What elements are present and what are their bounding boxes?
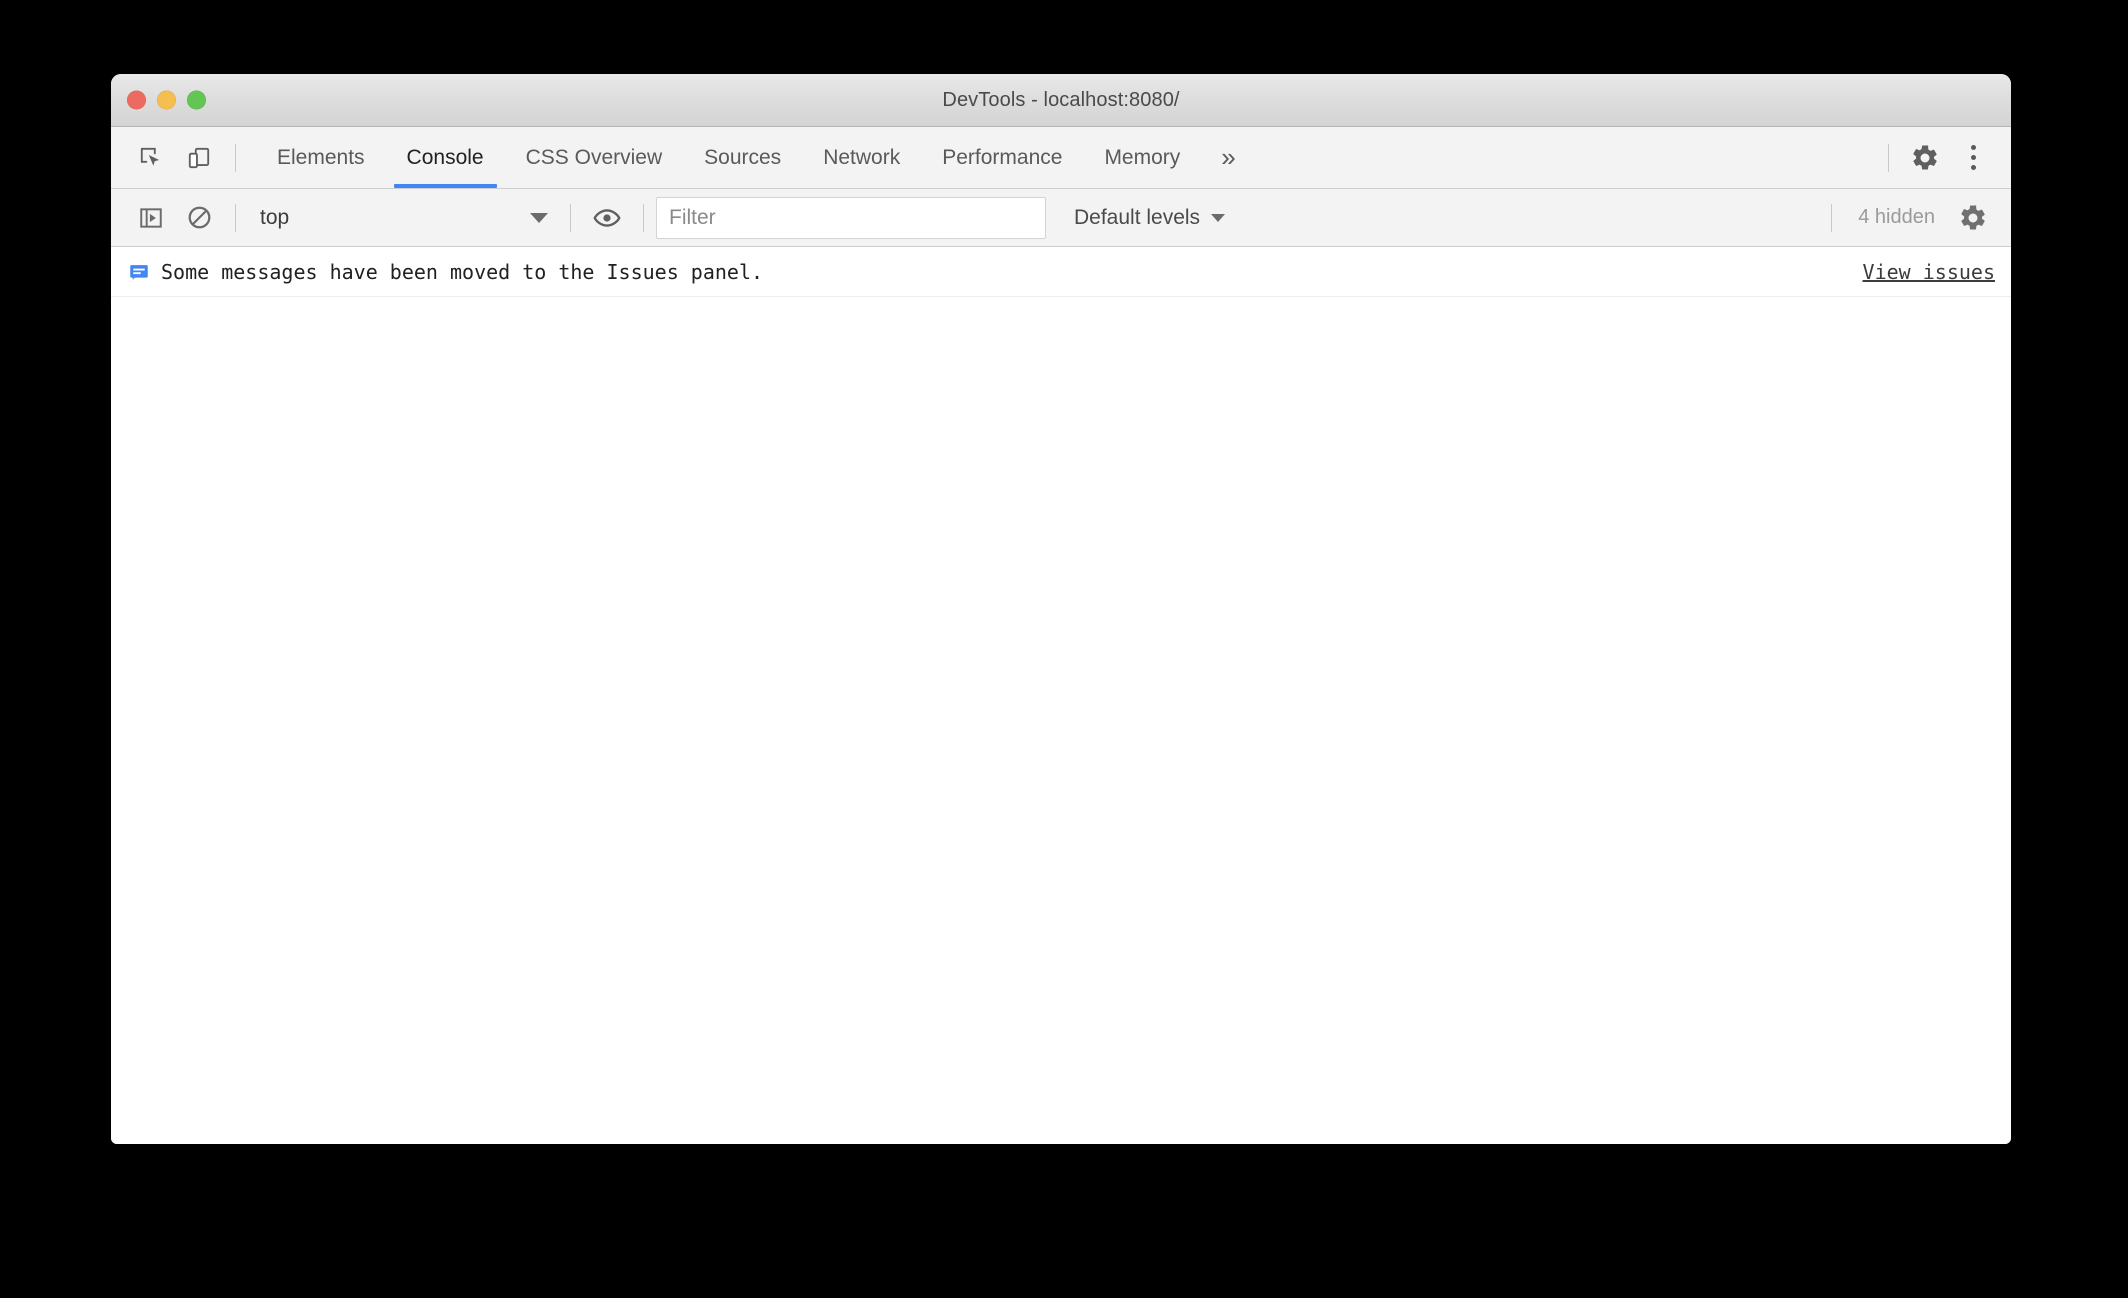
tab-label: Network [823,145,901,169]
devtools-window: DevTools - localhost:8080/ Elements Cons… [111,74,2011,1144]
tab-label: CSS Overview [525,145,663,169]
tab-css-overview[interactable]: CSS Overview [505,127,684,188]
tab-sources[interactable]: Sources [683,127,802,188]
device-toolbar-icon[interactable] [175,135,223,181]
log-levels-selector[interactable]: Default levels [1062,198,1237,238]
eye-glyph [593,208,621,227]
clear-console-icon[interactable] [175,195,223,241]
chevron-double-right-icon: » [1221,142,1236,172]
console-message-list: Some messages have been moved to the Iss… [111,247,2011,1144]
tab-label: Performance [942,145,1063,169]
gear-glyph [1961,204,1985,229]
traffic-lights [127,90,206,110]
gear-glyph [1913,144,1937,169]
console-toolbar-divider-1 [235,203,236,232]
info-message-icon [129,262,149,282]
console-toolbar-right-actions: 4 hidden [1819,195,2011,241]
execution-context-selector[interactable]: top [248,198,558,238]
view-issues-link[interactable]: View issues [1863,260,1995,284]
no-entry-glyph [188,206,210,229]
console-toolbar: top Default levels 4 hidden [111,189,2011,247]
inspect-element-glyph [140,147,160,166]
inspect-element-icon[interactable] [127,135,175,181]
kebab-dot [1970,155,1976,160]
console-settings-gear-icon[interactable] [1949,195,1997,241]
window-title: DevTools - localhost:8080/ [942,88,1180,111]
log-levels-value: Default levels [1074,205,1201,229]
kebab-dot [1970,165,1976,170]
console-sidebar-toggle-icon[interactable] [127,195,175,241]
chevron-down-icon [530,212,548,223]
console-message-text: Some messages have been moved to the Iss… [161,259,764,284]
console-toolbar-divider-3 [643,203,644,232]
tab-label: Sources [704,145,782,169]
device-toolbar-glyph [188,147,210,168]
more-tabs-icon[interactable]: » [1201,127,1253,188]
tab-performance[interactable]: Performance [921,127,1083,188]
tab-elements[interactable]: Elements [256,127,386,188]
execution-context-value: top [260,205,290,229]
tab-memory[interactable]: Memory [1083,127,1201,188]
filter-input[interactable] [656,196,1046,239]
tab-bar-right-actions [1876,135,2011,181]
console-toolbar-divider-4 [1831,203,1833,232]
hidden-messages-count: 4 hidden [1858,206,1935,228]
panel-tabs: Elements Console CSS Overview Sources Ne… [256,127,1254,188]
tab-bar-right-divider [1888,143,1889,172]
console-message-row: Some messages have been moved to the Iss… [111,247,2011,297]
tab-network[interactable]: Network [802,127,921,188]
tab-label: Memory [1104,145,1181,169]
sidebar-toggle-glyph [140,207,162,228]
tab-label: Console [406,145,484,169]
tab-label: Elements [277,145,365,169]
tab-bar-divider [235,143,236,172]
tab-console[interactable]: Console [386,127,505,188]
title-bar: DevTools - localhost:8080/ [111,74,2011,127]
gear-icon[interactable] [1901,135,1949,181]
kebab-glyph [1970,145,1976,170]
live-expression-icon[interactable] [583,195,631,241]
chevron-down-icon [1211,213,1226,222]
kebab-dot [1970,145,1976,150]
main-tab-bar: Elements Console CSS Overview Sources Ne… [111,127,2011,189]
kebab-menu-icon[interactable] [1949,135,1997,181]
info-message-glyph [130,264,148,280]
console-toolbar-divider-2 [570,203,571,232]
minimize-window-button[interactable] [157,90,176,110]
close-window-button[interactable] [127,90,146,110]
zoom-window-button[interactable] [187,90,206,110]
